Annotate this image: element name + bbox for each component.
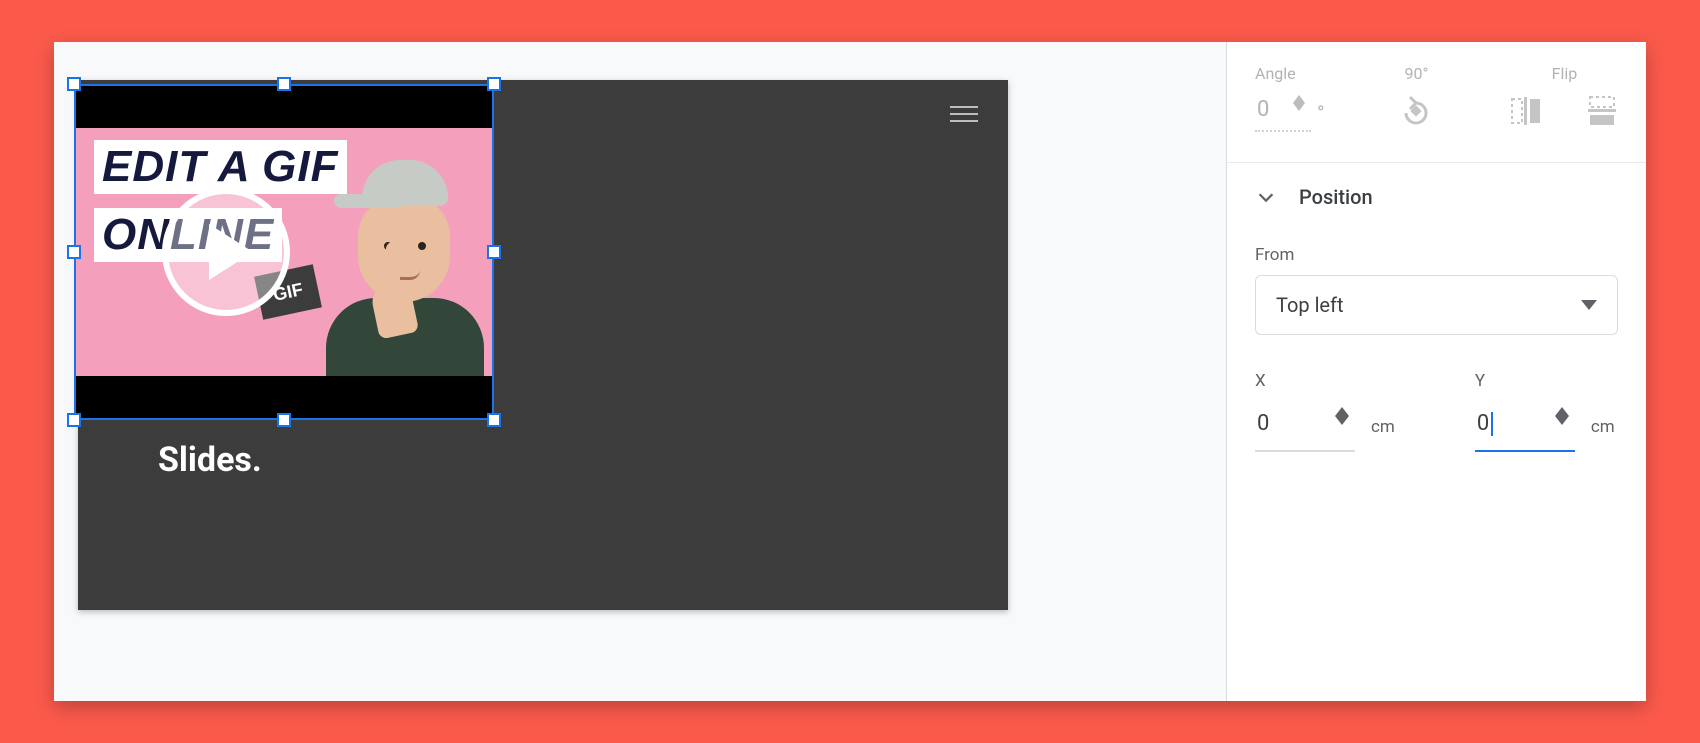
rotation-section: Angle 0 ° 90° (1227, 42, 1646, 163)
video-thumbnail[interactable]: EDIT A GIF ONLINE GIF (74, 84, 494, 420)
x-stepper[interactable] (1335, 407, 1353, 425)
y-label: Y (1475, 371, 1615, 391)
angle-unit: ° (1317, 101, 1324, 125)
x-unit: cm (1371, 417, 1395, 437)
thumbnail-text-line1: EDIT A GIF (94, 140, 347, 194)
y-stepper[interactable] (1555, 407, 1573, 425)
play-icon[interactable] (162, 188, 290, 316)
canvas-area[interactable]: Slides. EDIT A GIF ONLINE GIF (54, 42, 1226, 701)
from-value: Top left (1276, 293, 1344, 317)
selected-video-object[interactable]: EDIT A GIF ONLINE GIF (64, 74, 504, 430)
resize-handle-e[interactable] (487, 245, 501, 259)
flip-label: Flip (1552, 64, 1578, 83)
app-frame: Slides. EDIT A GIF ONLINE GIF (54, 42, 1646, 701)
flip-vertical-icon[interactable] (1584, 93, 1620, 129)
rotate-90-icon[interactable] (1398, 93, 1434, 129)
slide[interactable]: Slides. EDIT A GIF ONLINE GIF (78, 80, 1008, 610)
rotate-90-label: 90° (1405, 64, 1429, 83)
resize-handle-s[interactable] (277, 413, 291, 427)
resize-handle-ne[interactable] (487, 77, 501, 91)
text-caret (1491, 412, 1493, 436)
position-section: Position From Top left X 0 (1227, 163, 1646, 492)
thumbnail-person (316, 156, 486, 376)
dropdown-caret-icon (1581, 300, 1597, 310)
chevron-down-icon (1255, 186, 1277, 208)
position-header[interactable]: Position (1255, 185, 1618, 209)
angle-input[interactable]: 0 ° (1255, 93, 1324, 132)
x-input[interactable]: 0 cm (1255, 401, 1395, 452)
x-label: X (1255, 371, 1395, 391)
flip-horizontal-icon[interactable] (1508, 93, 1544, 129)
resize-handle-n[interactable] (277, 77, 291, 91)
hamburger-icon[interactable] (950, 106, 978, 122)
from-label: From (1255, 245, 1618, 265)
resize-handle-w[interactable] (67, 245, 81, 259)
resize-handle-se[interactable] (487, 413, 501, 427)
y-unit: cm (1591, 417, 1615, 437)
resize-handle-nw[interactable] (67, 77, 81, 91)
from-select[interactable]: Top left (1255, 275, 1618, 335)
y-input[interactable]: 0 cm (1475, 401, 1615, 452)
angle-stepper[interactable] (1293, 95, 1309, 111)
angle-label: Angle (1255, 64, 1324, 83)
slide-body-text: Slides. (158, 440, 262, 480)
resize-handle-sw[interactable] (67, 413, 81, 427)
position-title: Position (1299, 185, 1373, 209)
format-sidebar: Angle 0 ° 90° (1226, 42, 1646, 701)
